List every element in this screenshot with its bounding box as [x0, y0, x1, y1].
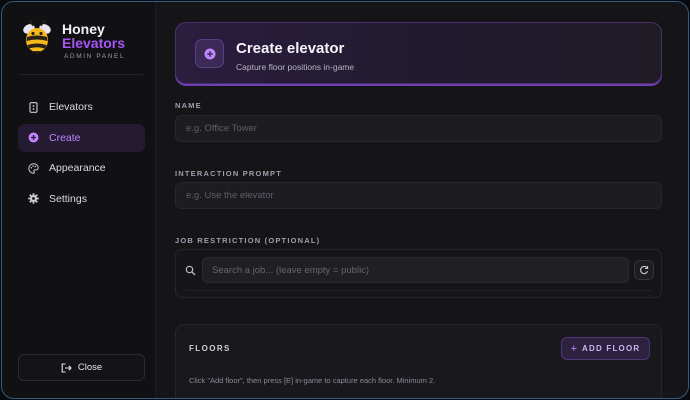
bee-logo-icon [23, 20, 51, 55]
gear-icon [28, 193, 39, 204]
plus-circle-icon [28, 132, 39, 143]
floors-panel: FLOORS + ADD FLOOR Click "Add floor", th… [175, 324, 662, 398]
sidebar-item-appearance[interactable]: Appearance [18, 154, 145, 182]
sidebar-item-label: Settings [49, 192, 87, 205]
exit-icon [61, 362, 72, 373]
floors-title: FLOORS [189, 344, 231, 353]
brand-name-line2: Elevators [62, 35, 126, 51]
floors-help-text: Click "Add floor", then press [E] in-gam… [189, 376, 436, 385]
search-icon [185, 265, 196, 276]
sidebar-divider [18, 74, 143, 75]
sidebar-item-label: Appearance [49, 162, 106, 174]
job-restriction-label: JOB RESTRICTION (OPTIONAL) [175, 236, 321, 245]
close-button[interactable]: Close [18, 354, 145, 381]
sidebar-item-create[interactable]: Create [18, 123, 145, 152]
interaction-prompt-input[interactable] [175, 182, 662, 209]
sidebar-item-label: Create [49, 131, 81, 144]
add-floor-button-label: ADD FLOOR [582, 344, 641, 353]
page-title: Create elevator [236, 40, 345, 57]
page-subtitle: Capture floor positions in-game [236, 62, 355, 72]
name-input[interactable] [175, 115, 662, 142]
sidebar: Honey Elevators ADMIN PANEL Elevators Cr… [2, 2, 156, 398]
sidebar-nav: Elevators Create Appearance Settings [18, 93, 145, 215]
interaction-prompt-label: INTERACTION PROMPT [175, 169, 283, 178]
palette-icon [28, 162, 39, 174]
sidebar-item-elevators[interactable]: Elevators [18, 93, 145, 121]
app-window: Honey Elevators ADMIN PANEL Elevators Cr… [1, 1, 689, 399]
job-panel-divider [185, 290, 652, 291]
plus-icon: + [570, 342, 578, 355]
brand-name-line1: Honey [62, 21, 105, 37]
job-restriction-panel [175, 249, 662, 298]
brand: Honey Elevators ADMIN PANEL [20, 20, 125, 60]
name-label: NAME [175, 101, 202, 110]
main-content: Create elevator Capture floor positions … [156, 2, 688, 398]
plus-circle-icon [195, 39, 224, 68]
sidebar-item-settings[interactable]: Settings [18, 185, 145, 213]
add-floor-button[interactable]: + ADD FLOOR [561, 337, 650, 360]
elevator-icon [28, 101, 39, 113]
refresh-jobs-button[interactable] [634, 260, 654, 280]
close-button-label: Close [77, 362, 103, 373]
refresh-icon [640, 265, 649, 275]
sidebar-item-label: Elevators [49, 101, 93, 113]
page-header: Create elevator Capture floor positions … [175, 22, 662, 84]
brand-subtitle: ADMIN PANEL [64, 53, 126, 60]
job-search-input[interactable] [202, 257, 629, 283]
